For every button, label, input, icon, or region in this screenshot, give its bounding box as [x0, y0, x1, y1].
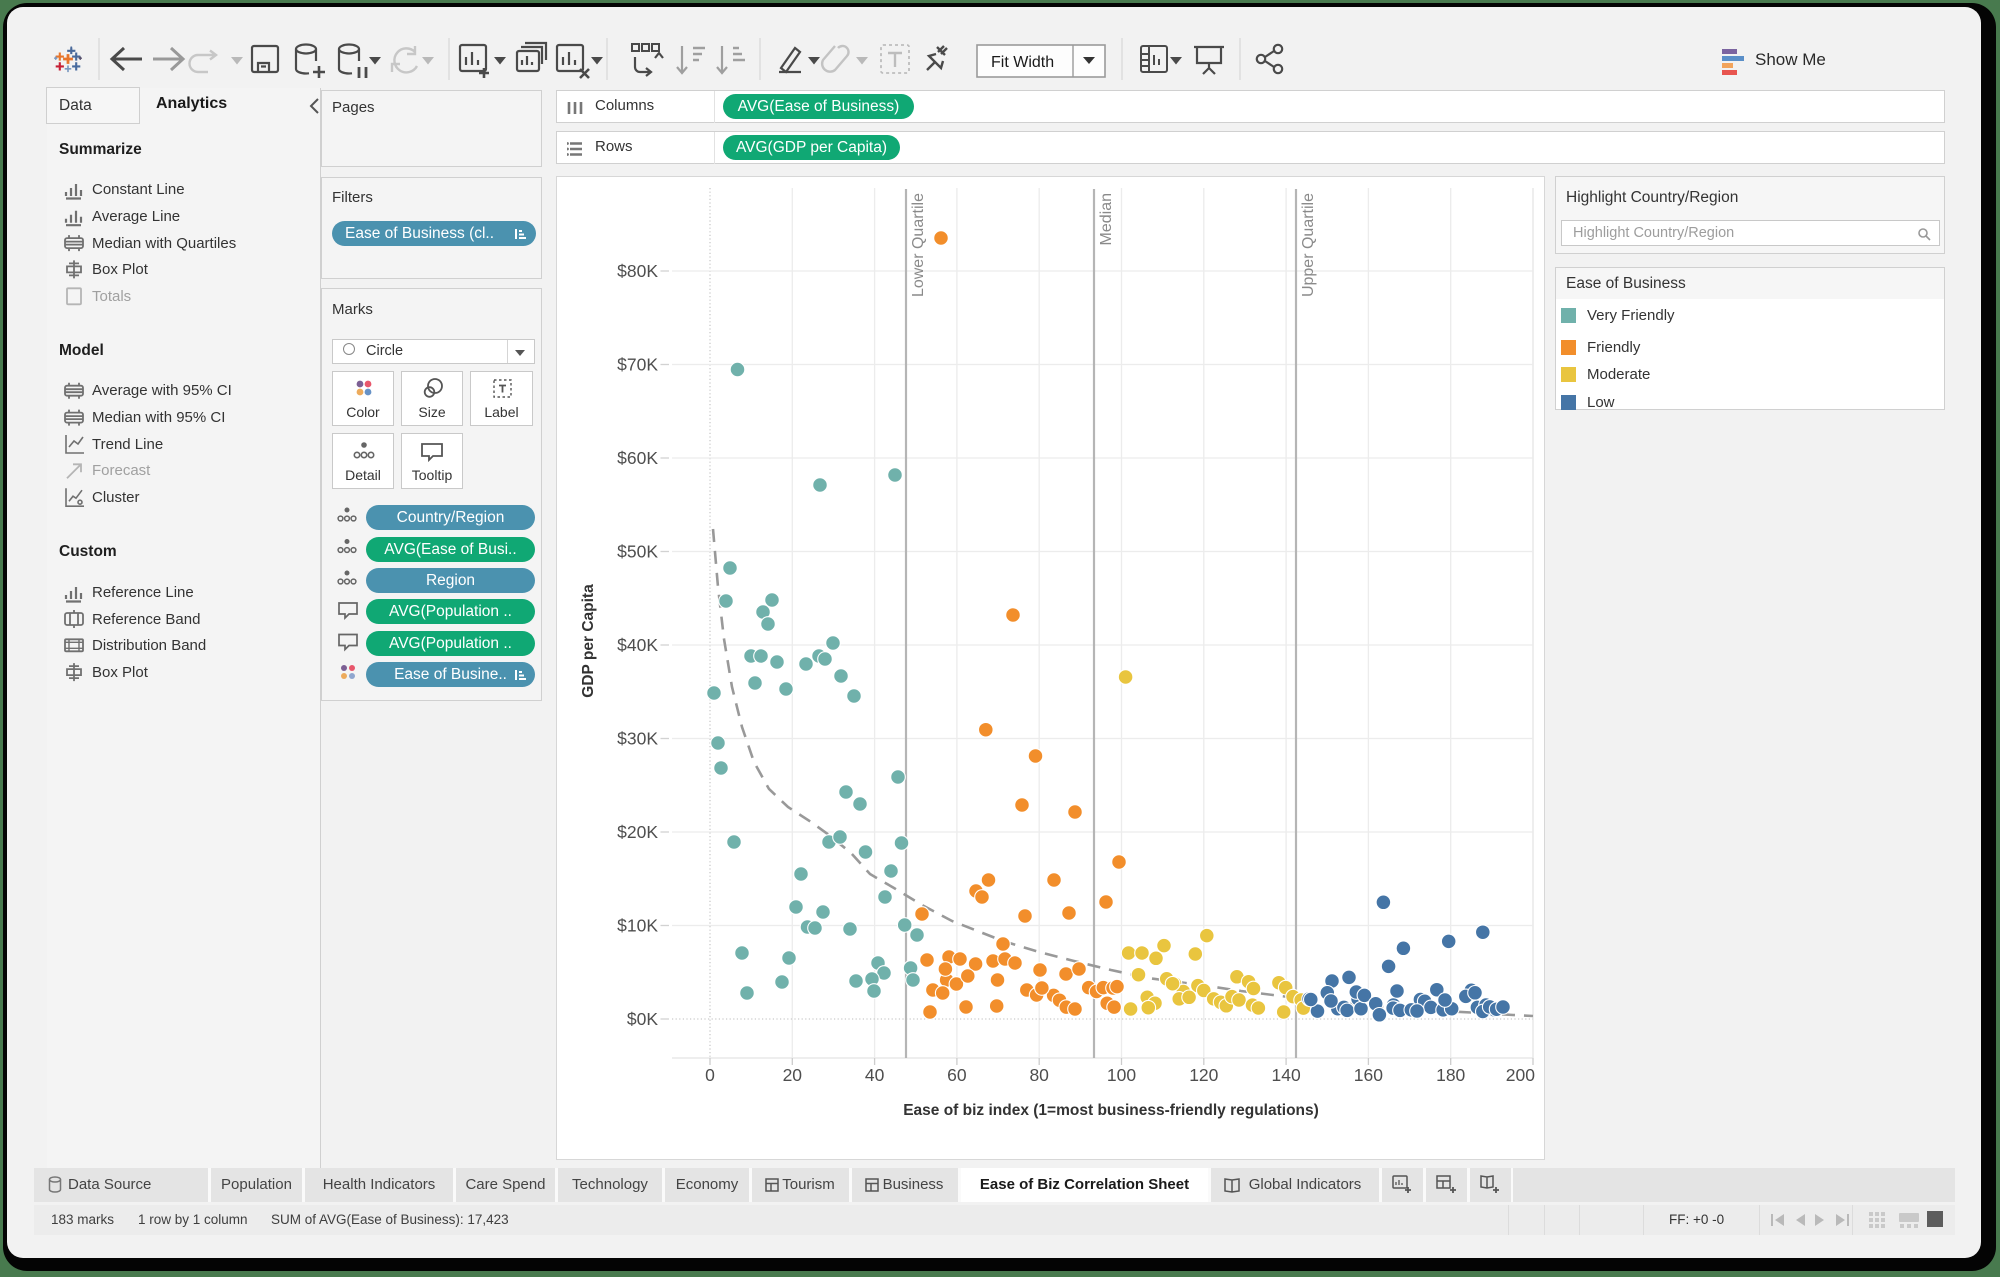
- svg-text:$10K: $10K: [617, 916, 658, 936]
- svg-text:180: 180: [1436, 1065, 1465, 1085]
- svg-text:120: 120: [1189, 1065, 1218, 1085]
- svg-text:$60K: $60K: [617, 448, 658, 468]
- svg-text:$20K: $20K: [617, 822, 658, 842]
- svg-text:40: 40: [865, 1065, 885, 1085]
- svg-text:Lower Quartile: Lower Quartile: [910, 193, 927, 297]
- svg-text:60: 60: [947, 1065, 967, 1085]
- svg-text:100: 100: [1107, 1065, 1136, 1085]
- svg-text:20: 20: [783, 1065, 803, 1085]
- svg-text:Upper Quartile: Upper Quartile: [1300, 193, 1317, 297]
- svg-text:Fit Width: Fit Width: [991, 54, 1054, 71]
- svg-text:$30K: $30K: [617, 729, 658, 749]
- svg-text:GDP per Capita: GDP per Capita: [580, 584, 597, 698]
- svg-text:0: 0: [705, 1065, 715, 1085]
- svg-text:$70K: $70K: [617, 355, 658, 375]
- svg-text:$0K: $0K: [627, 1009, 658, 1029]
- svg-text:200: 200: [1506, 1065, 1535, 1085]
- svg-text:Median: Median: [1098, 193, 1115, 245]
- svg-text:80: 80: [1029, 1065, 1049, 1085]
- svg-text:140: 140: [1271, 1065, 1300, 1085]
- svg-text:$40K: $40K: [617, 635, 658, 655]
- svg-text:Ease of biz index (1=most busi: Ease of biz index (1=most business-frien…: [903, 1102, 1319, 1119]
- svg-text:Show Me: Show Me: [1755, 50, 1826, 69]
- svg-text:160: 160: [1354, 1065, 1383, 1085]
- svg-text:$80K: $80K: [617, 261, 658, 281]
- svg-text:$50K: $50K: [617, 542, 658, 562]
